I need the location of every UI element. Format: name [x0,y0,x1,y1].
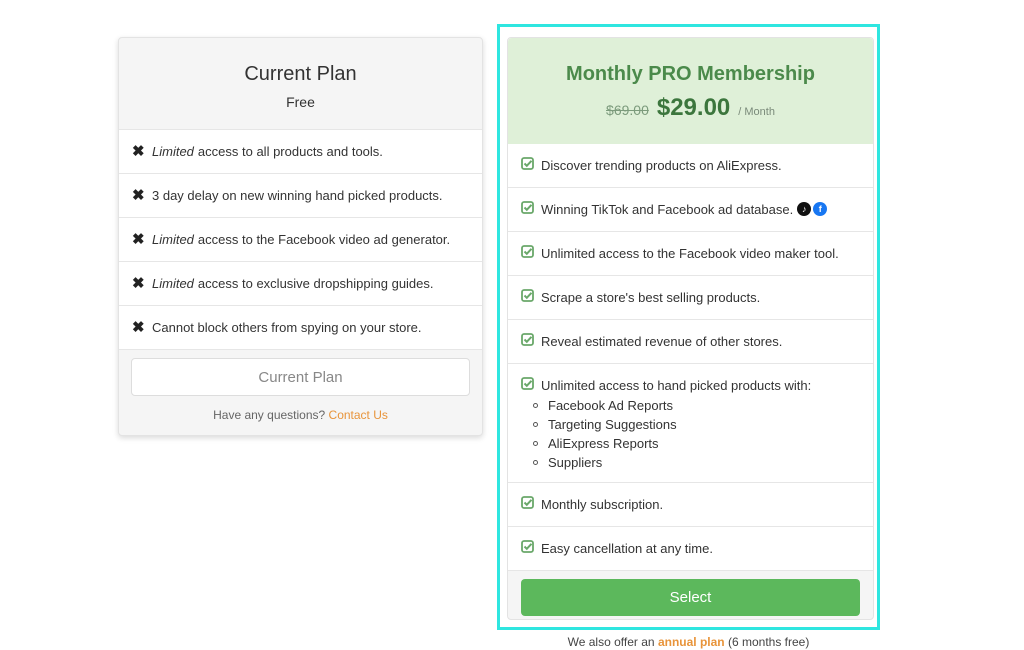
circle-bullet-icon [533,441,538,446]
sub-list-item: AliExpress Reports [533,434,811,453]
pro-plan-card: Monthly PRO Membership $69.00 $29.00 / M… [507,37,874,620]
current-price: $29.00 [656,94,731,121]
feature-emphasis: Limited [152,276,194,291]
feature-text: access to the Facebook video ad generato… [197,232,451,247]
feature-emphasis: Limited [152,232,194,247]
check-square-icon [521,377,541,390]
select-button[interactable]: Select [521,579,860,616]
x-icon: ✖ [132,187,145,204]
feature-text: Easy cancellation at any time. [541,541,713,556]
current-plan-title: Current Plan [244,63,357,85]
pro-feature-item: Winning TikTok and Facebook ad database.… [508,188,873,232]
pro-feature-item: Unlimited access to the Facebook video m… [508,232,873,276]
tiktok-icon: ♪ [797,202,812,216]
x-icon: ✖ [132,319,145,336]
pro-feature-item: Unlimited access to hand picked products… [508,364,873,483]
sub-item-text: Targeting Suggestions [548,417,677,432]
current-plan-button[interactable]: Current Plan [131,358,470,396]
current-plan-footer: Current Plan Have any questions? Contact… [119,350,482,422]
price-row: $69.00 $29.00 / Month [508,94,873,122]
questions-label: Have any questions? [213,408,326,422]
pro-feature-item: Scrape a store's best selling products. [508,276,873,320]
feature-text: Scrape a store's best selling products. [541,290,761,305]
feature-sub-list: Facebook Ad Reports Targeting Suggestion… [533,396,811,472]
feature-text: Discover trending products on AliExpress… [541,158,782,173]
feature-text: Winning TikTok and Facebook ad database. [541,202,794,217]
questions-text: Have any questions? Contact Us [131,408,470,422]
sub-list-item: Facebook Ad Reports [533,396,811,415]
feature-text: Monthly subscription. [541,497,664,512]
feature-text: Cannot block others from spying on your … [152,320,422,335]
free-feature-item: ✖ Limited access to exclusive dropshippi… [119,262,482,306]
check-square-icon [521,333,541,346]
feature-text: 3 day delay on new winning hand picked p… [152,188,443,203]
x-icon: ✖ [132,231,145,248]
check-square-icon [521,245,541,258]
check-square-icon [521,540,541,553]
pro-feature-list: Discover trending products on AliExpress… [508,144,873,571]
feature-text: access to exclusive dropshipping guides. [197,276,434,291]
pro-plan-header: Monthly PRO Membership $69.00 $29.00 / M… [508,38,873,144]
sub-item-text: Facebook Ad Reports [548,398,674,413]
feature-emphasis: Limited [152,144,194,159]
pro-feature-item: Discover trending products on AliExpress… [508,144,873,188]
x-icon: ✖ [132,275,145,292]
circle-bullet-icon [533,403,538,408]
circle-bullet-icon [533,460,538,465]
check-square-icon [521,201,541,214]
free-feature-item: ✖ Limited access to all products and too… [119,130,482,174]
pro-plan-title: Monthly PRO Membership [566,63,815,85]
current-plan-subtitle: Free [286,94,315,110]
billing-period: / Month [738,106,775,118]
sub-item-text: Suppliers [548,455,603,470]
free-feature-item: ✖ Limited access to the Facebook video a… [119,218,482,262]
annual-note-prefix: We also offer an [567,635,655,649]
social-icons: ♪ f [797,202,829,216]
pro-feature-item: Monthly subscription. [508,483,873,527]
check-square-icon [521,496,541,509]
feature-text: access to all products and tools. [197,144,383,159]
feature-block: Unlimited access to hand picked products… [533,378,812,472]
current-plan-header: Current Plan Free [119,38,482,129]
old-price: $69.00 [606,102,649,118]
feature-text: Unlimited access to the Facebook video m… [541,246,839,261]
free-feature-item: ✖ 3 day delay on new winning hand picked… [119,174,482,218]
contact-us-link[interactable]: Contact Us [329,408,388,422]
check-square-icon [521,157,541,170]
sub-list-item: Targeting Suggestions [533,415,811,434]
current-plan-card: Current Plan Free ✖ Limited access to al… [118,37,483,436]
feature-text: Reveal estimated revenue of other stores… [541,334,783,349]
x-icon: ✖ [132,143,145,160]
annual-plan-note: We also offer an annual plan (6 months f… [497,635,880,649]
annual-plan-link[interactable]: annual plan [658,635,725,649]
sub-item-text: AliExpress Reports [548,436,659,451]
annual-note-suffix: (6 months free) [727,635,810,649]
free-feature-list: ✖ Limited access to all products and too… [119,129,482,350]
free-feature-item: ✖ Cannot block others from spying on you… [119,306,482,350]
sub-list-item: Suppliers [533,453,811,472]
pro-plan-footer: Select [508,571,873,616]
pro-feature-item: Reveal estimated revenue of other stores… [508,320,873,364]
feature-text: Unlimited access to hand picked products… [541,378,812,393]
pro-feature-item: Easy cancellation at any time. [508,527,873,571]
check-square-icon [521,289,541,302]
circle-bullet-icon [533,422,538,427]
facebook-icon: f [813,202,828,216]
